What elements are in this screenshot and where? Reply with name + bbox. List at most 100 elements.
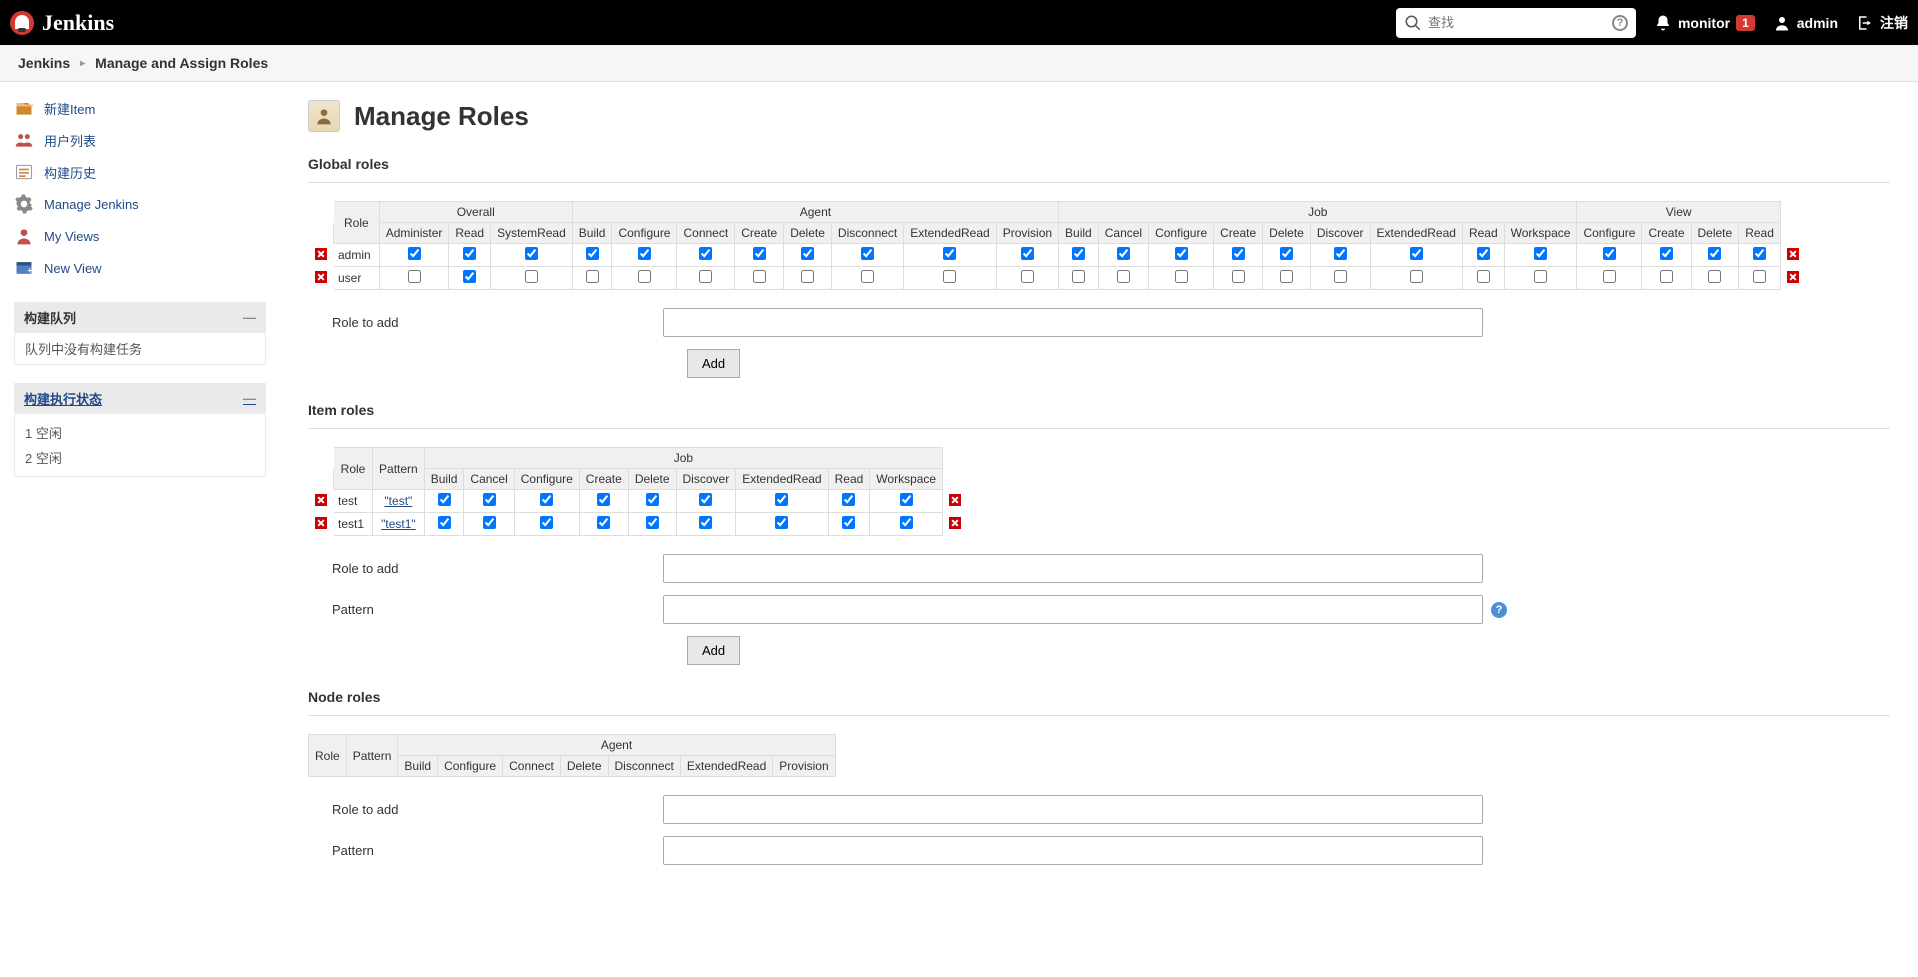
global-role-to-add-input[interactable] <box>663 308 1483 337</box>
permission-checkbox[interactable] <box>463 270 476 283</box>
permission-checkbox[interactable] <box>1072 247 1085 260</box>
permission-checkbox[interactable] <box>646 493 659 506</box>
permission-checkbox[interactable] <box>861 247 874 260</box>
permission-checkbox[interactable] <box>699 493 712 506</box>
breadcrumb-root[interactable]: Jenkins <box>18 55 70 71</box>
notifications-button[interactable]: monitor 1 <box>1654 14 1755 32</box>
permission-checkbox[interactable] <box>1334 270 1347 283</box>
permission-checkbox[interactable] <box>699 270 712 283</box>
breadcrumb-page[interactable]: Manage and Assign Roles <box>95 55 268 71</box>
permission-checkbox[interactable] <box>525 247 538 260</box>
permission-checkbox[interactable] <box>1021 247 1034 260</box>
permission-checkbox[interactable] <box>1117 247 1130 260</box>
delete-role-icon[interactable] <box>1787 248 1799 260</box>
search-input[interactable] <box>1428 15 1612 30</box>
search-box[interactable]: ? <box>1396 8 1636 38</box>
executor-header[interactable]: 构建执行状态 — <box>14 383 266 414</box>
node-role-to-add-input[interactable] <box>663 795 1483 824</box>
permission-checkbox[interactable] <box>525 270 538 283</box>
pattern-link[interactable]: "test1" <box>381 517 416 531</box>
help-icon[interactable]: ? <box>1491 602 1507 618</box>
permission-checkbox[interactable] <box>1603 270 1616 283</box>
global-add-button[interactable]: Add <box>687 349 740 378</box>
delete-role-icon[interactable] <box>949 517 961 529</box>
permission-checkbox[interactable] <box>900 493 913 506</box>
permission-checkbox[interactable] <box>1534 247 1547 260</box>
pattern-link[interactable]: "test" <box>384 494 412 508</box>
permission-checkbox[interactable] <box>1753 247 1766 260</box>
permission-checkbox[interactable] <box>1410 247 1423 260</box>
permission-checkbox[interactable] <box>842 493 855 506</box>
permission-checkbox[interactable] <box>586 270 599 283</box>
item-role-to-add-input[interactable] <box>663 554 1483 583</box>
node-pattern-input[interactable] <box>663 836 1483 865</box>
permission-checkbox[interactable] <box>1660 247 1673 260</box>
search-help-icon[interactable]: ? <box>1612 15 1628 31</box>
permission-checkbox[interactable] <box>1232 247 1245 260</box>
permission-checkbox[interactable] <box>861 270 874 283</box>
permission-checkbox[interactable] <box>638 247 651 260</box>
permission-checkbox[interactable] <box>1021 270 1034 283</box>
permission-checkbox[interactable] <box>1477 270 1490 283</box>
permission-checkbox[interactable] <box>753 247 766 260</box>
sidebar-item-new-view[interactable]: +New View <box>14 252 266 284</box>
permission-checkbox[interactable] <box>408 270 421 283</box>
permission-checkbox[interactable] <box>1708 247 1721 260</box>
delete-role-icon[interactable] <box>315 271 327 283</box>
permission-checkbox[interactable] <box>1072 270 1085 283</box>
permission-checkbox[interactable] <box>638 270 651 283</box>
permission-checkbox[interactable] <box>597 516 610 529</box>
sidebar-item-build-history[interactable]: 构建历史 <box>14 156 266 188</box>
permission-checkbox[interactable] <box>1117 270 1130 283</box>
permission-checkbox[interactable] <box>646 516 659 529</box>
user-menu[interactable]: admin <box>1773 14 1838 32</box>
sidebar-item-new-item[interactable]: 新建Item <box>14 92 266 124</box>
permission-checkbox[interactable] <box>753 270 766 283</box>
collapse-icon[interactable]: — <box>243 310 256 325</box>
item-pattern-input[interactable] <box>663 595 1483 624</box>
permission-checkbox[interactable] <box>801 247 814 260</box>
permission-checkbox[interactable] <box>1334 247 1347 260</box>
permission-checkbox[interactable] <box>1410 270 1423 283</box>
permission-checkbox[interactable] <box>408 247 421 260</box>
permission-checkbox[interactable] <box>699 247 712 260</box>
brand-area[interactable]: Jenkins <box>10 10 114 36</box>
permission-checkbox[interactable] <box>1534 270 1547 283</box>
permission-checkbox[interactable] <box>586 247 599 260</box>
permission-checkbox[interactable] <box>438 493 451 506</box>
collapse-icon[interactable]: — <box>243 391 256 406</box>
logout-button[interactable]: 注销 <box>1856 13 1908 33</box>
permission-checkbox[interactable] <box>943 247 956 260</box>
permission-checkbox[interactable] <box>1603 247 1616 260</box>
permission-checkbox[interactable] <box>775 493 788 506</box>
permission-checkbox[interactable] <box>775 516 788 529</box>
sidebar-item-manage[interactable]: Manage Jenkins <box>14 188 266 220</box>
permission-checkbox[interactable] <box>540 516 553 529</box>
permission-checkbox[interactable] <box>1175 270 1188 283</box>
delete-role-icon[interactable] <box>315 517 327 529</box>
permission-checkbox[interactable] <box>483 493 496 506</box>
permission-checkbox[interactable] <box>540 493 553 506</box>
permission-checkbox[interactable] <box>1175 247 1188 260</box>
permission-checkbox[interactable] <box>943 270 956 283</box>
permission-checkbox[interactable] <box>1477 247 1490 260</box>
permission-checkbox[interactable] <box>900 516 913 529</box>
permission-checkbox[interactable] <box>1660 270 1673 283</box>
delete-role-icon[interactable] <box>949 494 961 506</box>
permission-checkbox[interactable] <box>1232 270 1245 283</box>
delete-role-icon[interactable] <box>315 248 327 260</box>
permission-checkbox[interactable] <box>597 493 610 506</box>
permission-checkbox[interactable] <box>463 247 476 260</box>
permission-checkbox[interactable] <box>1708 270 1721 283</box>
permission-checkbox[interactable] <box>699 516 712 529</box>
item-add-button[interactable]: Add <box>687 636 740 665</box>
permission-checkbox[interactable] <box>1280 247 1293 260</box>
permission-checkbox[interactable] <box>842 516 855 529</box>
sidebar-item-people[interactable]: 用户列表 <box>14 124 266 156</box>
permission-checkbox[interactable] <box>483 516 496 529</box>
permission-checkbox[interactable] <box>438 516 451 529</box>
permission-checkbox[interactable] <box>1280 270 1293 283</box>
permission-checkbox[interactable] <box>801 270 814 283</box>
delete-role-icon[interactable] <box>1787 271 1799 283</box>
delete-role-icon[interactable] <box>315 494 327 506</box>
